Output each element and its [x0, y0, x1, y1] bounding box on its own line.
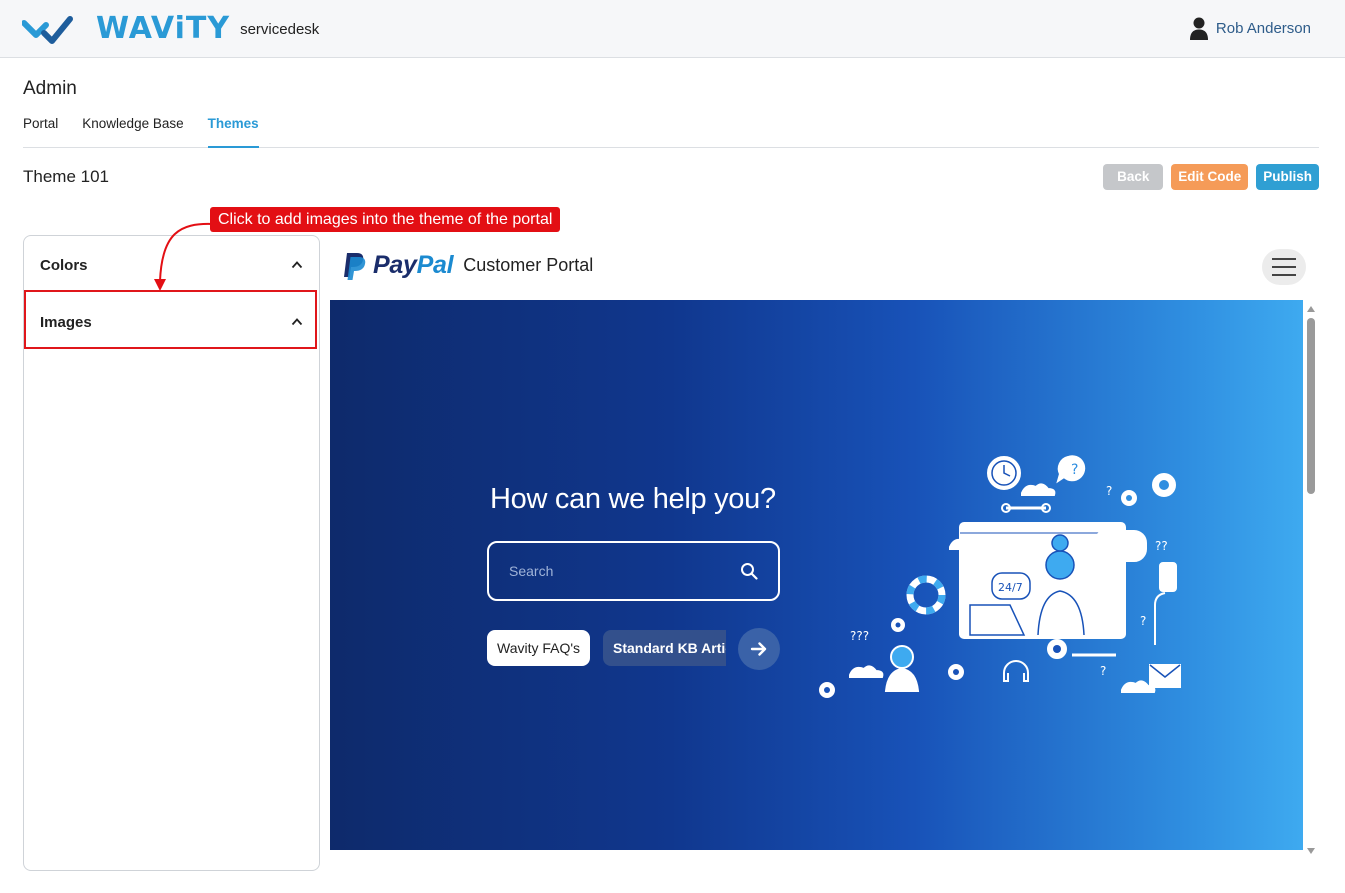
user-name: Rob Anderson: [1215, 19, 1311, 37]
logo-wordmark: WAViTY: [96, 11, 231, 46]
paypal-wordmark: PayPal: [373, 251, 454, 280]
hero-title: How can we help you?: [490, 483, 776, 515]
hamburger-menu-icon[interactable]: [1262, 249, 1306, 285]
edit-code-button[interactable]: Edit Code: [1171, 164, 1249, 190]
top-header: WAViTY servicedesk Rob Anderson: [0, 0, 1345, 58]
back-button[interactable]: Back: [1103, 164, 1164, 190]
search-icon[interactable]: [740, 562, 758, 580]
images-section-label: Images: [40, 313, 92, 331]
colors-section-header[interactable]: Colors: [24, 236, 319, 294]
theme-settings-panel: Colors Images: [23, 235, 320, 871]
scroll-thumb[interactable]: [1307, 318, 1315, 494]
portal-preview: PayPal Customer Portal How can we help y…: [330, 235, 1320, 871]
kb-articles-chip[interactable]: Standard KB Articles: [603, 630, 726, 666]
svg-text:24/7: 24/7: [998, 581, 1023, 594]
preview-header: PayPal Customer Portal: [330, 235, 1320, 299]
paypal-logo-icon: [344, 252, 366, 280]
wavity-logo[interactable]: WAViTY servicedesk: [22, 12, 319, 46]
scroll-up-arrow-icon[interactable]: [1307, 306, 1315, 312]
tab-knowledge-base[interactable]: Knowledge Base: [82, 114, 183, 148]
svg-text:?: ?: [1100, 664, 1106, 678]
publish-button[interactable]: Publish: [1256, 164, 1319, 190]
search-box: [487, 541, 780, 601]
arrow-right-icon: [750, 642, 767, 656]
faq-chip[interactable]: Wavity FAQ's: [487, 630, 591, 666]
search-input[interactable]: [509, 563, 729, 579]
next-arrow-button[interactable]: [738, 628, 780, 670]
paypal-wordmark-pal: Pal: [416, 251, 454, 279]
preview-scrollbar[interactable]: [1303, 300, 1320, 856]
colors-section-label: Colors: [40, 256, 88, 274]
svg-text:??: ??: [1155, 539, 1168, 553]
user-icon: [1189, 17, 1208, 40]
hero-banner: How can we help you? Wavity FAQ's Standa…: [330, 300, 1303, 850]
images-section-header[interactable]: Images: [24, 293, 319, 351]
product-name: servicedesk: [240, 21, 320, 38]
svg-text:???: ???: [850, 629, 869, 643]
chevron-up-icon: [291, 318, 303, 326]
chevron-up-icon: [291, 261, 303, 269]
portal-title: Customer Portal: [463, 255, 594, 275]
svg-text:?: ?: [1140, 614, 1146, 628]
scroll-down-arrow-icon[interactable]: [1307, 848, 1315, 854]
tab-themes[interactable]: Themes: [207, 114, 259, 148]
tab-portal[interactable]: Portal: [23, 114, 58, 148]
paypal-logo[interactable]: PayPal Customer Portal: [342, 251, 593, 280]
theme-name: Theme 101: [23, 167, 109, 186]
theme-actions: Back Edit Code Publish: [1103, 164, 1319, 190]
paypal-wordmark-pay: Pay: [373, 251, 417, 279]
admin-tabs: Portal Knowledge Base Themes: [23, 114, 1319, 148]
svg-text:?: ?: [1071, 462, 1078, 478]
user-menu[interactable]: Rob Anderson: [1188, 16, 1311, 40]
svg-text:?: ?: [1106, 484, 1112, 498]
page-title: Admin: [23, 78, 77, 99]
annotation-callout: Click to add images into the theme of th…: [210, 207, 561, 232]
wavity-logo-icon: [22, 16, 73, 44]
support-illustration: ? 24/7 ? ?? ??? ? ?: [819, 455, 1181, 698]
